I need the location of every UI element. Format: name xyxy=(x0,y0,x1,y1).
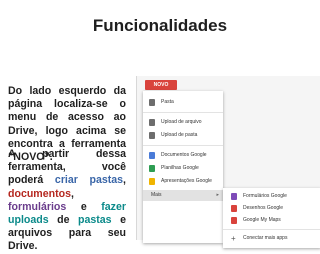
new-menu: Pasta Upload de arquivo Upload de pasta … xyxy=(143,91,223,243)
de-text: de xyxy=(57,214,70,227)
menu-item-planilhas[interactable]: Planilhas Google xyxy=(143,163,223,174)
page-title: Funcionalidades xyxy=(92,16,228,35)
file-upload-icon xyxy=(149,119,155,126)
menu-item-label: Pasta xyxy=(161,99,174,105)
menu-item-label: Upload de arquivo xyxy=(161,119,202,125)
menu-item-upload-arquivo[interactable]: Upload de arquivo xyxy=(143,117,223,128)
comma-1: , xyxy=(123,174,126,187)
submenu-item-formularios[interactable]: Formulários Google xyxy=(223,191,320,202)
drive-screenshot: NOVO Pasta Upload de arquivo Upload de p… xyxy=(136,76,320,248)
documentos-text: documentos xyxy=(8,187,71,200)
novo-button[interactable]: NOVO xyxy=(145,80,177,90)
plus-icon: + xyxy=(231,234,236,243)
submenu-item-label: Desenhos Google xyxy=(243,205,284,211)
submenu-item-label: Google My Maps xyxy=(243,217,281,223)
menu-divider xyxy=(143,145,223,146)
maps-icon xyxy=(231,217,237,224)
menu-item-upload-pasta[interactable]: Upload de pasta xyxy=(143,130,223,141)
menu-item-label: Mais xyxy=(151,192,162,198)
submenu-item-desenhos[interactable]: Desenhos Google xyxy=(223,203,320,214)
menu-item-apresentacoes[interactable]: Apresentações Google xyxy=(143,176,223,187)
submenu-item-conectar-apps[interactable]: + Conectar mais apps xyxy=(223,233,320,244)
menu-item-pasta[interactable]: Pasta xyxy=(143,97,223,108)
menu-item-label: Upload de pasta xyxy=(161,132,198,138)
menu-divider xyxy=(143,112,223,113)
formularios-text: formulários xyxy=(8,200,67,213)
sheets-icon xyxy=(149,165,155,172)
criar-pastas-text: criar pastas xyxy=(54,174,124,187)
tools-paragraph: A partir dessa ferramenta, você poderá c… xyxy=(8,148,126,254)
pastas-text: pastas xyxy=(78,214,112,227)
menu-item-label: Planilhas Google xyxy=(161,165,199,171)
drawings-icon xyxy=(231,205,237,212)
slides-icon xyxy=(149,178,155,185)
folder-upload-icon xyxy=(149,132,155,139)
comma-2: , xyxy=(70,187,74,200)
and-text: e xyxy=(80,200,87,213)
submenu-item-label: Conectar mais apps xyxy=(243,235,288,241)
submenu-divider xyxy=(223,229,320,230)
submenu-item-my-maps[interactable]: Google My Maps xyxy=(223,215,320,226)
menu-item-label: Apresentações Google xyxy=(161,178,212,184)
menu-item-mais[interactable]: Mais ▸ xyxy=(143,190,223,201)
folder-icon xyxy=(149,99,155,106)
forms-icon xyxy=(231,193,237,200)
menu-item-label: Documentos Google xyxy=(161,152,207,158)
more-submenu: Formulários Google Desenhos Google Googl… xyxy=(223,188,320,248)
menu-item-documentos[interactable]: Documentos Google xyxy=(143,150,223,161)
chevron-right-icon: ▸ xyxy=(216,192,219,198)
submenu-item-label: Formulários Google xyxy=(243,193,287,199)
docs-icon xyxy=(149,152,155,159)
